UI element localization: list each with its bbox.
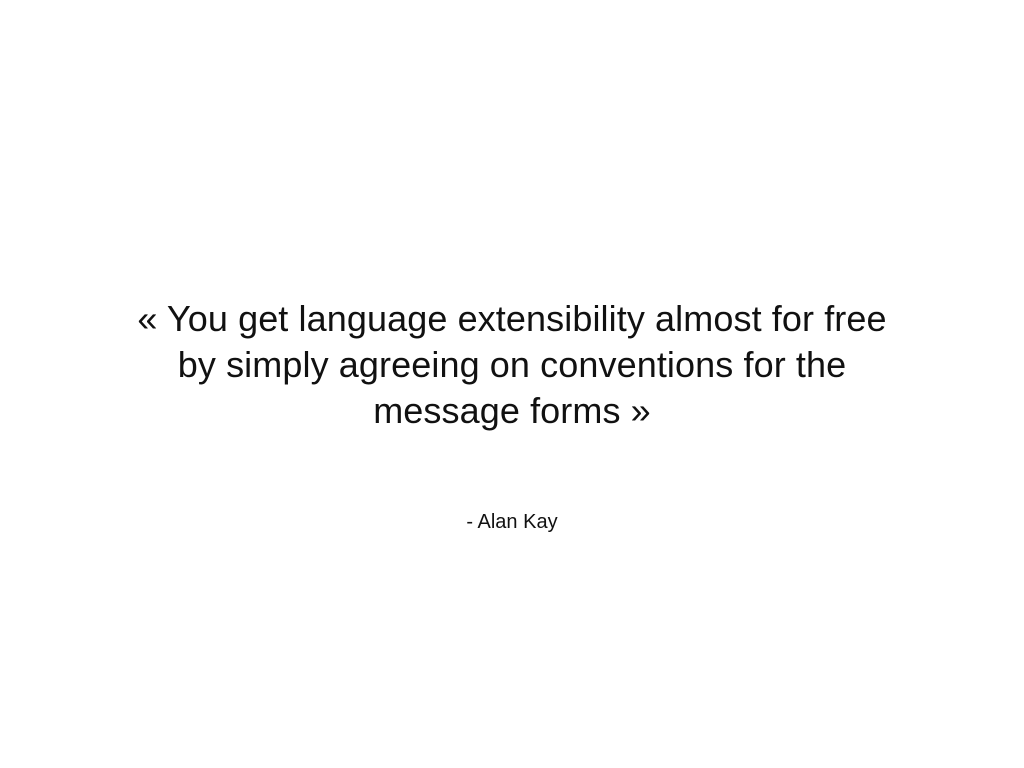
presentation-slide: « You get language extensibility almost … bbox=[0, 0, 1024, 768]
quote-line-1: « You get language extensibility almost … bbox=[137, 298, 887, 339]
quote-line-3: message forms » bbox=[373, 390, 651, 431]
quote-line-2: by simply agreeing on conventions for th… bbox=[177, 344, 847, 385]
quote-text: « You get language extensibility almost … bbox=[0, 296, 1024, 434]
quote-attribution: - Alan Kay bbox=[466, 511, 558, 533]
